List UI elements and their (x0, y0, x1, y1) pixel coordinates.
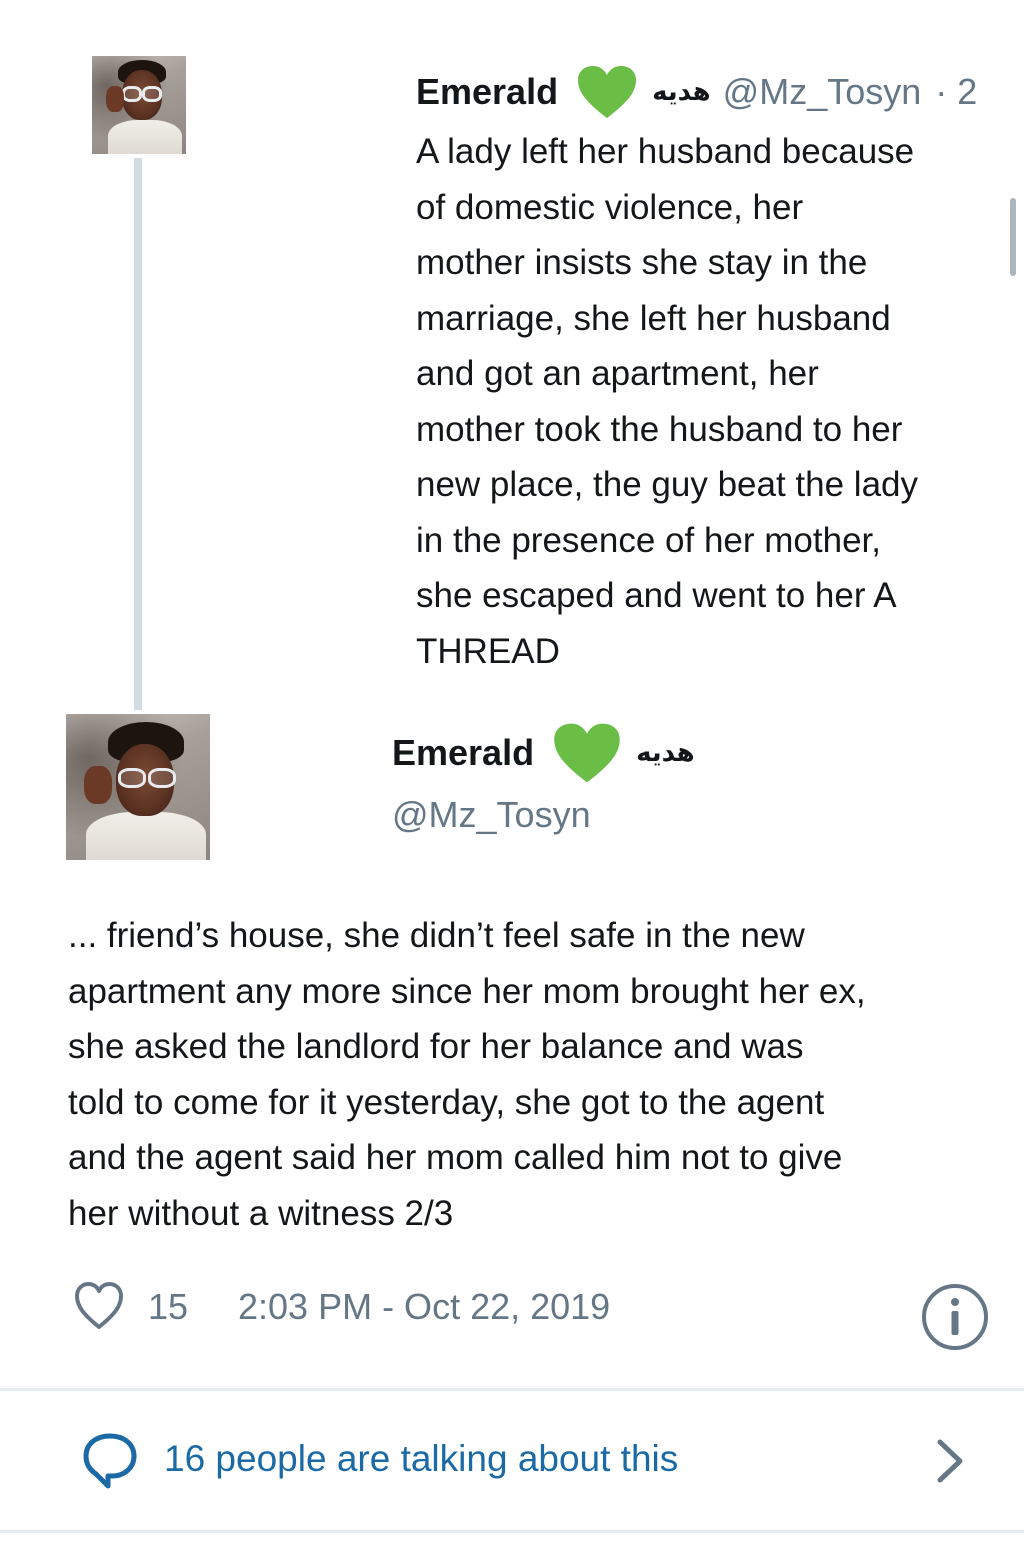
speech-bubble-icon (83, 1433, 137, 1489)
tweet-text: A lady left her husband because of domes… (416, 132, 919, 671)
thread-line (134, 158, 142, 710)
avatar-glasses-right (142, 86, 162, 102)
chevron-right-icon (937, 1439, 963, 1483)
divider (0, 1530, 1024, 1533)
tweet-timestamp[interactable]: 2:03 PM - Oct 22, 2019 (238, 1286, 610, 1328)
tweet-header: Emerald هديه @Mz_Tosyn · 2 (416, 64, 977, 120)
tweet-time[interactable]: · 2 (935, 71, 977, 113)
divider (0, 1388, 1024, 1391)
tweet-text: ... friend’s house, she didn’t feel safe… (68, 916, 866, 1233)
green-heart-icon (578, 66, 637, 118)
display-name[interactable]: Emerald (416, 71, 558, 113)
avatar[interactable] (66, 714, 210, 860)
green-heart-icon (554, 723, 620, 783)
avatar-sweater (108, 120, 182, 154)
avatar[interactable] (92, 56, 186, 154)
avatar-glasses-right (148, 768, 176, 788)
user-handle[interactable]: @Mz_Tosyn (723, 71, 922, 113)
display-name[interactable]: Emerald (392, 732, 534, 774)
user-handle[interactable]: @Mz_Tosyn (392, 794, 591, 836)
talking-about-this-text: 16 people are talking about this (164, 1438, 679, 1479)
tweet-author-row: Emerald هديه (392, 718, 707, 788)
arabic-name: هديه (636, 738, 695, 768)
like-count: 15 (148, 1286, 189, 1327)
avatar-hand (106, 86, 124, 112)
tweet-actions: 15 2:03 PM - Oct 22, 2019 (74, 1280, 994, 1350)
scrollbar-thumb[interactable] (1010, 198, 1016, 276)
conversation-link[interactable]: 16 people are talking about this (78, 1426, 978, 1500)
arabic-name: هديه (652, 77, 711, 107)
avatar-hand (84, 766, 112, 804)
avatar-glasses-left (118, 768, 146, 788)
avatar-sweater (86, 812, 206, 860)
info-icon[interactable] (920, 1282, 990, 1352)
heart-outline-icon[interactable] (74, 1280, 124, 1332)
avatar-glasses-left (122, 86, 142, 102)
